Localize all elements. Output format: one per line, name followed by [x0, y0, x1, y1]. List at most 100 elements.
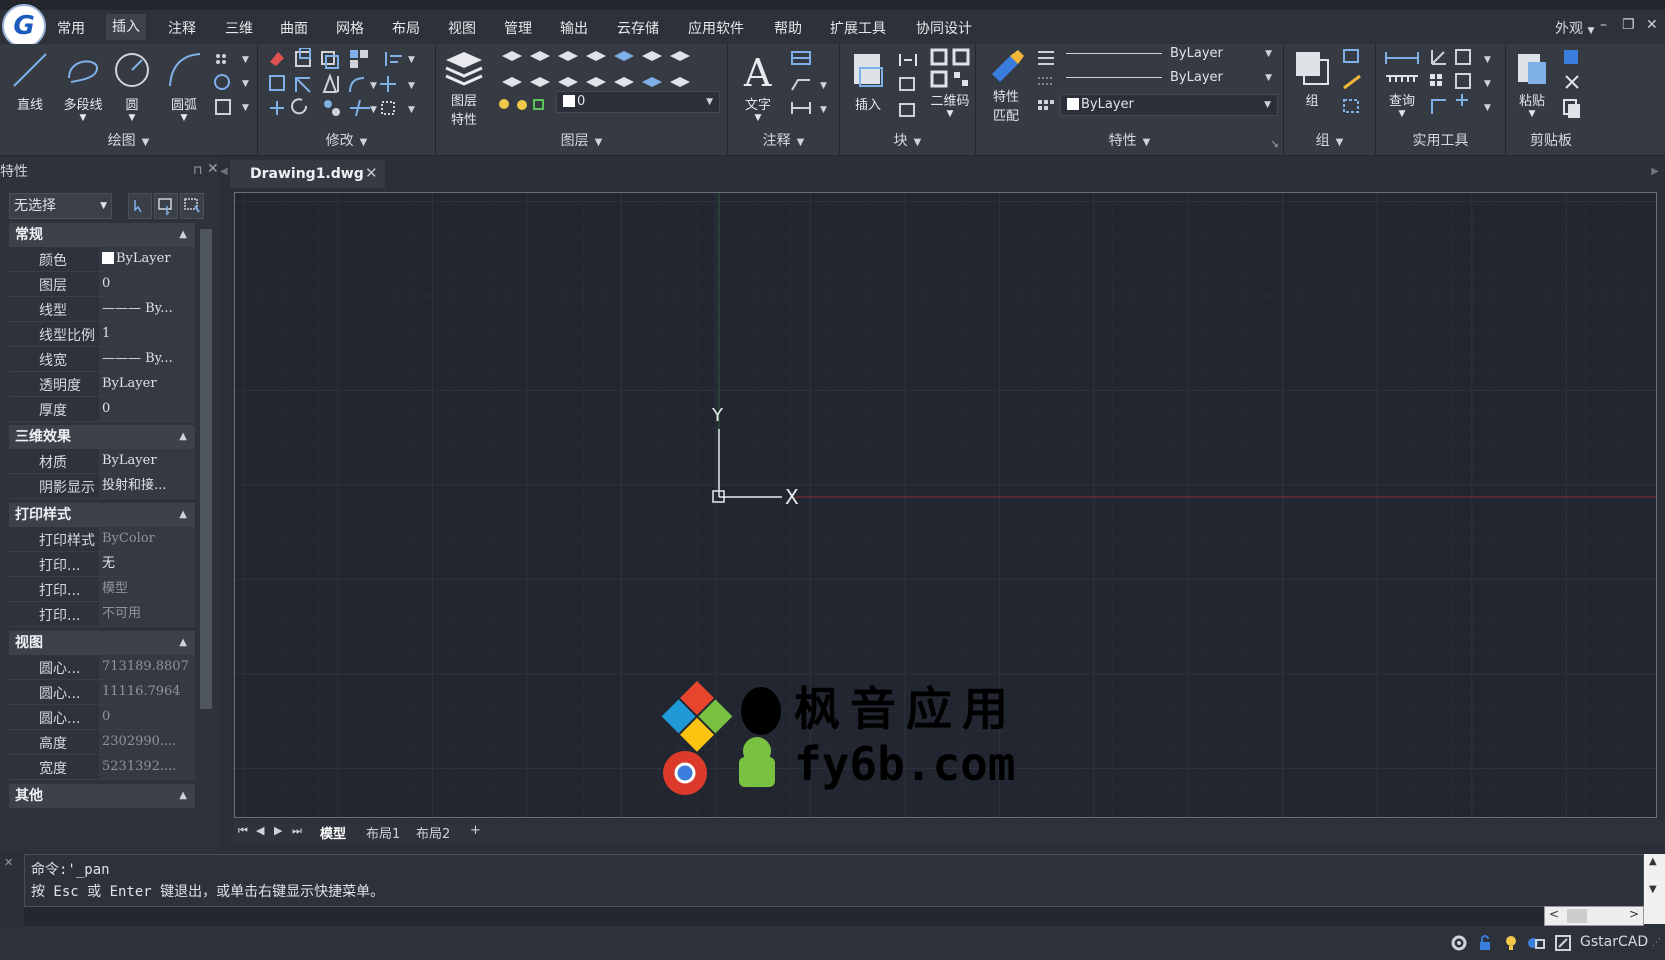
command-vscrollbar[interactable]: ▲ ▼ [1644, 854, 1665, 924]
prop-value[interactable]: ByLayer [99, 449, 195, 473]
chevron-right-icon[interactable]: ▶ [1651, 166, 1659, 177]
prop-value[interactable]: ——— By... [99, 347, 195, 371]
prop-row[interactable]: 打印... 模型 [9, 577, 195, 602]
prop-row[interactable]: 厚度 0 [9, 397, 195, 422]
chevron-up-icon[interactable]: ▲ [1649, 856, 1657, 867]
tab-manage[interactable]: 管理 [504, 18, 532, 38]
group-button[interactable]: 组 [1290, 48, 1334, 109]
quick-select-button[interactable] [180, 193, 204, 219]
prop-row[interactable]: 打印... 不可用 [9, 602, 195, 627]
insert-block-button[interactable]: 插入 [846, 48, 890, 113]
prop-row[interactable]: 圆心... 11116.7964 [9, 680, 195, 705]
prop-row[interactable]: 图层 0 [9, 272, 195, 297]
prop-row[interactable]: 圆心... 0 [9, 705, 195, 730]
chevron-down-icon[interactable]: ▼ [1649, 884, 1657, 895]
panel-clipboard-title[interactable]: 剪贴板 [1506, 130, 1596, 150]
chevron-right-icon[interactable]: > [1629, 907, 1639, 921]
chevron-down-icon[interactable]: ▼ [926, 109, 974, 119]
chevron-down-icon[interactable]: ▼ [1510, 109, 1554, 119]
clipboard-tools-icons[interactable] [1562, 48, 1586, 118]
chevron-down-icon[interactable]: ▼ [162, 113, 206, 123]
match-properties-button[interactable]: 特性 匹配 [984, 48, 1028, 124]
text-button[interactable]: A 文字 ▼ [736, 48, 780, 123]
add-layout-button[interactable]: + [470, 823, 481, 838]
tab-output[interactable]: 输出 [560, 18, 588, 38]
fullscreen-icon[interactable] [1554, 934, 1572, 952]
draw-tools-icons[interactable]: ▼ ▼ ▼ [214, 50, 254, 124]
utility-tools-icons[interactable]: ▼ ▼ ▼ [1428, 48, 1502, 120]
tab-collaboration[interactable]: 协同设计 [916, 18, 972, 38]
prop-value[interactable]: 投射和接... [99, 474, 195, 498]
panel-layers-title[interactable]: 图层 ▼ [436, 130, 727, 150]
prop-row[interactable]: 透明度 ByLayer [9, 372, 195, 397]
pin-icon[interactable]: ⊓ [193, 163, 202, 177]
tab-insert[interactable]: 插入 [106, 14, 146, 40]
prop-value[interactable]: 0 [99, 397, 195, 421]
tab-help[interactable]: 帮助 [774, 18, 802, 38]
scroll-thumb[interactable] [1567, 909, 1587, 923]
qrcode-button[interactable]: 二维码 ▼ [926, 48, 974, 119]
chevron-left-icon[interactable]: < [1549, 907, 1559, 921]
linetype-dropdown[interactable]: ByLayer ▼ [1060, 44, 1278, 66]
first-tab-icon[interactable]: ⏮ [238, 824, 248, 838]
prop-value[interactable]: ——— By... [99, 297, 195, 321]
next-tab-icon[interactable]: ▶ [274, 824, 282, 837]
drawing-canvas[interactable]: Y X 枫音应用 fy6b.com [234, 192, 1657, 818]
last-tab-icon[interactable]: ⏭ [292, 824, 302, 838]
chevron-down-icon[interactable]: ▼ [58, 113, 108, 123]
layer-dropdown[interactable]: 0 ▼ [556, 91, 720, 113]
prop-row[interactable]: 高度 2302990.... [9, 730, 195, 755]
panel-draw-title[interactable]: 绘图 ▼ [0, 130, 257, 150]
chevron-left-icon[interactable]: ◀ [220, 166, 228, 177]
tab-layout[interactable]: 布局 [392, 18, 420, 38]
app-logo[interactable]: G [2, 4, 46, 48]
panel-group-title[interactable]: 组 ▼ [1284, 130, 1375, 150]
prop-value[interactable]: 无 [99, 552, 195, 576]
section-view[interactable]: 视图 ▲ [9, 631, 195, 655]
polyline-button[interactable]: 多段线 ▼ [58, 48, 108, 123]
section-general[interactable]: 常规 ▲ [9, 223, 195, 247]
tab-3d[interactable]: 三维 [225, 18, 253, 38]
close-icon[interactable]: ✕ [4, 856, 13, 869]
panel-properties-title[interactable]: 特性 ▼ [976, 130, 1283, 150]
prop-row[interactable]: 材质 ByLayer [9, 449, 195, 474]
group-tools-icons[interactable] [1342, 48, 1366, 118]
line-button[interactable]: 直线 [8, 48, 52, 113]
minimize-icon[interactable]: – [1600, 17, 1607, 33]
panel-block-title[interactable]: 块 ▼ [840, 130, 975, 150]
query-button[interactable]: 查询 ▼ [1380, 48, 1424, 119]
prop-value[interactable]: ByLayer [99, 372, 195, 396]
restore-icon[interactable]: ❐ [1622, 17, 1635, 33]
tab-cloud[interactable]: 云存储 [617, 18, 659, 38]
annotation-tools-icons[interactable]: ▼▼ [790, 50, 838, 120]
tab-annotate[interactable]: 注释 [168, 18, 196, 38]
properties-scrollbar[interactable] [200, 229, 212, 709]
tab-apps[interactable]: 应用软件 [688, 18, 744, 38]
arc-button[interactable]: 圆弧 ▼ [162, 48, 206, 123]
chevron-down-icon[interactable]: ▼ [736, 113, 780, 123]
section-3d-effects[interactable]: 三维效果 ▲ [9, 425, 195, 449]
tab-layout2[interactable]: 布局2 [416, 823, 450, 842]
prev-tab-icon[interactable]: ◀ [256, 824, 264, 837]
prop-row[interactable]: 颜色 ByLayer [9, 247, 195, 272]
tab-home[interactable]: 常用 [57, 18, 85, 38]
lock-icon[interactable] [1476, 934, 1494, 952]
color-dropdown[interactable]: ByLayer ▼ [1060, 94, 1278, 116]
layer-tools-icons[interactable] [498, 48, 724, 94]
command-input[interactable] [24, 906, 1544, 926]
resize-grip-icon[interactable]: ⋰ [1652, 938, 1661, 948]
layer-properties-button[interactable]: 图层 特性 [442, 48, 486, 128]
panel-modify-title[interactable]: 修改 ▼ [258, 130, 435, 150]
prop-row[interactable]: 阴影显示 投射和接... [9, 474, 195, 499]
section-other[interactable]: 其他 ▲ [9, 784, 195, 808]
prop-row[interactable]: 圆心... 713189.8807 [9, 655, 195, 680]
prop-row[interactable]: 宽度 5231392.... [9, 755, 195, 780]
circle-button[interactable]: 圆 ▼ [110, 48, 154, 123]
lightbulb-icon[interactable] [1502, 934, 1520, 952]
tab-surface[interactable]: 曲面 [280, 18, 308, 38]
panel-launcher-icon[interactable]: ↘ [1271, 139, 1279, 150]
tab-model[interactable]: 模型 [320, 823, 346, 842]
isolate-objects-icon[interactable] [1526, 934, 1546, 952]
select-objects-button[interactable] [154, 193, 178, 219]
lineweight-dropdown[interactable]: ByLayer ▼ [1060, 68, 1278, 90]
